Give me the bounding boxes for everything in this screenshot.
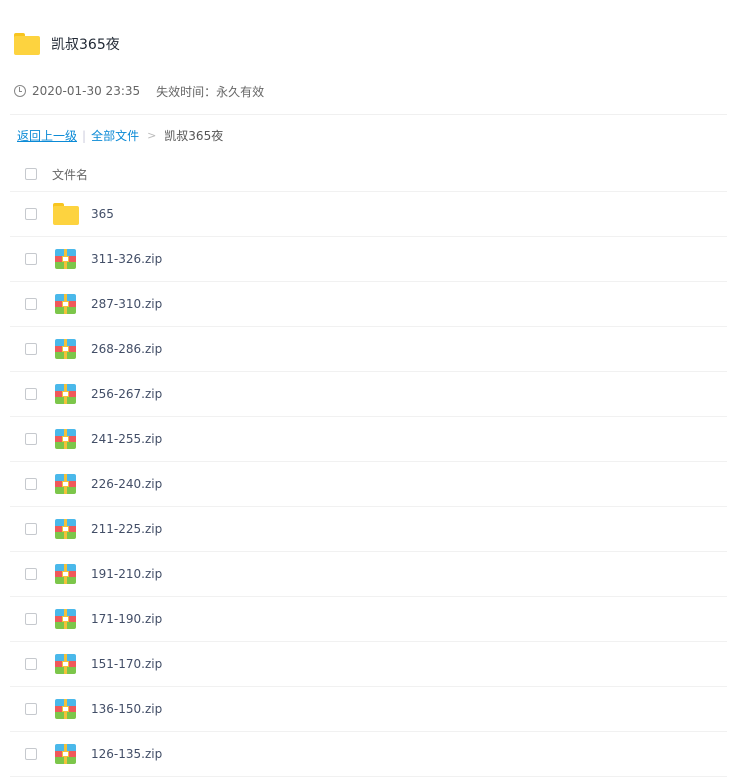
file-icon-wrapper [51, 203, 79, 225]
folder-icon [14, 33, 40, 55]
list-item[interactable]: 268-286.zip [10, 327, 727, 372]
file-icon-wrapper [51, 294, 79, 314]
share-meta: 2020-01-30 23:35 失效时间： 永久有效 [14, 82, 264, 100]
row-checkbox[interactable] [25, 568, 37, 580]
file-name[interactable]: 126-135.zip [91, 747, 162, 761]
file-name[interactable]: 365 [91, 207, 114, 221]
file-name[interactable]: 191-210.zip [91, 567, 162, 581]
share-title: 凯叔365夜 [51, 37, 120, 53]
list-item[interactable]: 126-135.zip [10, 732, 727, 777]
share-header: 凯叔365夜 [14, 30, 120, 58]
clock-icon [14, 85, 26, 97]
row-checkbox[interactable] [25, 523, 37, 535]
folder-icon[interactable] [52, 203, 79, 225]
zip-icon[interactable] [54, 249, 76, 269]
file-name[interactable]: 171-190.zip [91, 612, 162, 626]
zip-icon[interactable] [54, 519, 76, 539]
zip-icon[interactable] [54, 744, 76, 764]
breadcrumb-arrow: > [147, 129, 157, 142]
file-icon-wrapper [51, 519, 79, 539]
expire-value: 永久有效 [216, 84, 265, 99]
zip-icon[interactable] [54, 654, 76, 674]
file-name[interactable]: 211-225.zip [91, 522, 162, 536]
zip-icon[interactable] [54, 609, 76, 629]
file-list: 365 311-326.zip 287-310.zip 268-286.zip 256-… [10, 192, 727, 777]
all-files-link[interactable]: 全部文件 [91, 127, 139, 144]
row-checkbox[interactable] [25, 433, 37, 445]
file-icon-wrapper [51, 384, 79, 404]
file-name[interactable]: 287-310.zip [91, 297, 162, 311]
row-checkbox[interactable] [25, 658, 37, 670]
row-checkbox[interactable] [25, 613, 37, 625]
list-item[interactable]: 226-240.zip [10, 462, 727, 507]
list-item[interactable]: 241-255.zip [10, 417, 727, 462]
column-filename[interactable]: 文件名 [52, 166, 88, 183]
list-header: 文件名 [10, 157, 727, 192]
list-item[interactable]: 365 [10, 192, 727, 237]
file-icon-wrapper [51, 429, 79, 449]
file-name[interactable]: 311-326.zip [91, 252, 162, 266]
list-item[interactable]: 256-267.zip [10, 372, 727, 417]
file-icon-wrapper [51, 249, 79, 269]
row-checkbox[interactable] [25, 748, 37, 760]
row-checkbox[interactable] [25, 208, 37, 220]
expire-label: 失效时间： [156, 84, 217, 99]
file-icon-wrapper [51, 564, 79, 584]
divider [10, 114, 727, 115]
share-date: 2020-01-30 23:35 [32, 84, 141, 98]
row-checkbox[interactable] [25, 343, 37, 355]
list-item[interactable]: 151-170.zip [10, 642, 727, 687]
row-checkbox[interactable] [25, 253, 37, 265]
file-name[interactable]: 151-170.zip [91, 657, 162, 671]
zip-icon[interactable] [54, 339, 76, 359]
zip-icon[interactable] [54, 294, 76, 314]
file-name[interactable]: 226-240.zip [91, 477, 162, 491]
zip-icon[interactable] [54, 384, 76, 404]
zip-icon[interactable] [54, 429, 76, 449]
list-item[interactable]: 311-326.zip [10, 237, 727, 282]
breadcrumb-current: 凯叔365夜 [164, 129, 224, 143]
file-icon-wrapper [51, 609, 79, 629]
row-checkbox[interactable] [25, 478, 37, 490]
zip-icon[interactable] [54, 474, 76, 494]
file-name[interactable]: 256-267.zip [91, 387, 162, 401]
file-icon-wrapper [51, 474, 79, 494]
zip-icon[interactable] [54, 699, 76, 719]
file-icon-wrapper [51, 339, 79, 359]
file-icon-wrapper [51, 699, 79, 719]
list-item[interactable]: 136-150.zip [10, 687, 727, 732]
file-name[interactable]: 241-255.zip [91, 432, 162, 446]
row-checkbox[interactable] [25, 388, 37, 400]
breadcrumb: 返回上一级 | 全部文件 > 凯叔365夜 [17, 127, 223, 144]
back-link[interactable]: 返回上一级 [17, 127, 77, 144]
list-item[interactable]: 287-310.zip [10, 282, 727, 327]
file-icon-wrapper [51, 654, 79, 674]
file-name[interactable]: 136-150.zip [91, 702, 162, 716]
row-checkbox[interactable] [25, 703, 37, 715]
row-checkbox[interactable] [25, 298, 37, 310]
list-item[interactable]: 171-190.zip [10, 597, 727, 642]
zip-icon[interactable] [54, 564, 76, 584]
select-all-checkbox[interactable] [25, 168, 37, 180]
breadcrumb-separator: | [82, 128, 87, 143]
file-icon-wrapper [51, 744, 79, 764]
list-item[interactable]: 191-210.zip [10, 552, 727, 597]
file-name[interactable]: 268-286.zip [91, 342, 162, 356]
list-item[interactable]: 211-225.zip [10, 507, 727, 552]
